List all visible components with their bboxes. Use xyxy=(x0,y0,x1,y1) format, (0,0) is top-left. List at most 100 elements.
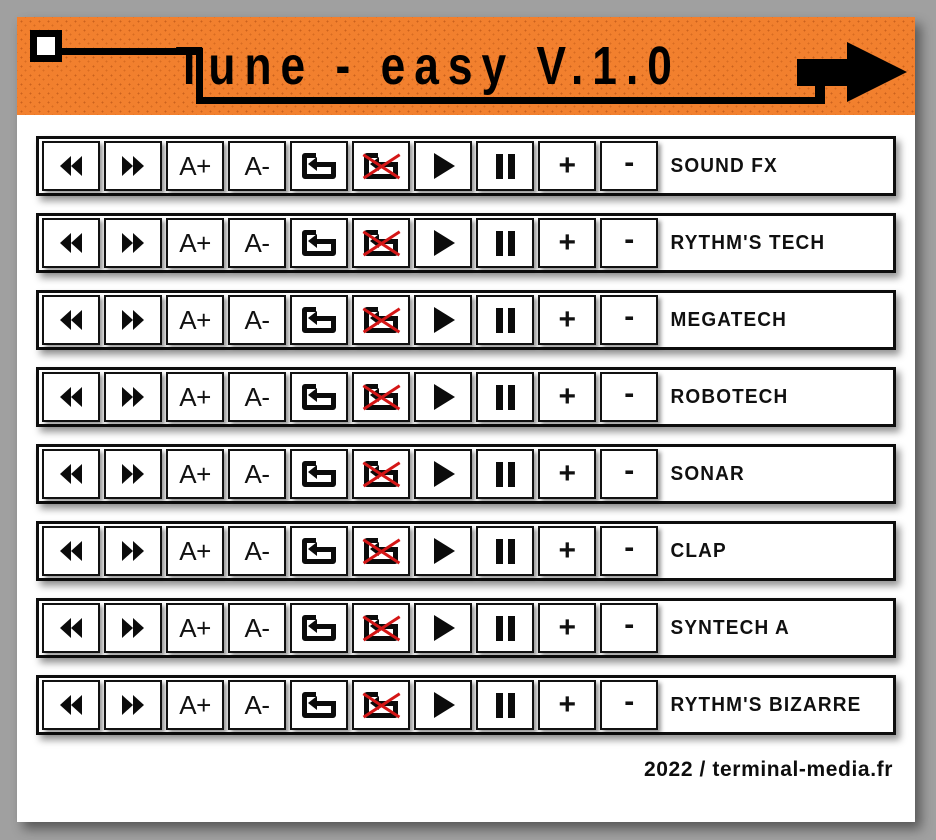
track-name: SOUND FX xyxy=(670,154,778,177)
minus-button[interactable]: - xyxy=(600,372,658,422)
play-button[interactable] xyxy=(414,295,472,345)
loop-on-button[interactable] xyxy=(290,680,348,730)
minus-button[interactable]: - xyxy=(600,141,658,191)
fast-forward-icon xyxy=(122,156,144,176)
forward-button[interactable] xyxy=(104,603,162,653)
plus-button[interactable]: + xyxy=(538,603,596,653)
rewind-icon xyxy=(60,233,82,253)
minus-button[interactable]: - xyxy=(600,526,658,576)
pause-button[interactable] xyxy=(476,449,534,499)
plus-button[interactable]: + xyxy=(538,141,596,191)
arrow-right-icon xyxy=(797,42,907,102)
pause-button[interactable] xyxy=(476,372,534,422)
rewind-button[interactable] xyxy=(42,603,100,653)
forward-button[interactable] xyxy=(104,141,162,191)
loop-on-button[interactable] xyxy=(290,218,348,268)
loop-on-button[interactable] xyxy=(290,295,348,345)
loop-on-button[interactable] xyxy=(290,449,348,499)
volume-dn-button[interactable]: A- xyxy=(228,141,286,191)
pause-icon xyxy=(495,538,515,564)
volume-dn-button[interactable]: A- xyxy=(228,295,286,345)
minus-button[interactable]: - xyxy=(600,218,658,268)
minus-icon: - xyxy=(624,608,634,641)
volume-up-button[interactable]: A+ xyxy=(166,526,224,576)
play-button[interactable] xyxy=(414,141,472,191)
loop-off-button[interactable] xyxy=(352,372,410,422)
loop-off-button[interactable] xyxy=(352,218,410,268)
rewind-icon xyxy=(60,464,82,484)
volume-up-button[interactable]: A+ xyxy=(166,295,224,345)
forward-button[interactable] xyxy=(104,372,162,422)
plus-button[interactable]: + xyxy=(538,218,596,268)
rewind-button[interactable] xyxy=(42,141,100,191)
plus-icon: + xyxy=(558,611,576,644)
pause-button[interactable] xyxy=(476,218,534,268)
rewind-icon xyxy=(60,618,82,638)
minus-button[interactable]: - xyxy=(600,295,658,345)
volume-dn-button[interactable]: A- xyxy=(228,218,286,268)
loop-disabled-icon xyxy=(362,152,401,180)
pause-button[interactable] xyxy=(476,141,534,191)
pause-button[interactable] xyxy=(476,603,534,653)
text-larger-icon: A+ xyxy=(179,151,211,181)
loop-off-button[interactable] xyxy=(352,526,410,576)
volume-up-button[interactable]: A+ xyxy=(166,372,224,422)
play-button[interactable] xyxy=(414,603,472,653)
volume-dn-button[interactable]: A- xyxy=(228,603,286,653)
rewind-button[interactable] xyxy=(42,218,100,268)
pause-button[interactable] xyxy=(476,680,534,730)
play-button[interactable] xyxy=(414,526,472,576)
minus-button[interactable]: - xyxy=(600,449,658,499)
rewind-button[interactable] xyxy=(42,295,100,345)
loop-disabled-icon xyxy=(362,306,401,334)
minus-button[interactable]: - xyxy=(600,680,658,730)
rewind-button[interactable] xyxy=(42,449,100,499)
loop-off-button[interactable] xyxy=(352,680,410,730)
loop-on-button[interactable] xyxy=(290,603,348,653)
rewind-button[interactable] xyxy=(42,680,100,730)
forward-button[interactable] xyxy=(104,449,162,499)
forward-button[interactable] xyxy=(104,526,162,576)
loop-off-button[interactable] xyxy=(352,603,410,653)
track-list: A+ A- + - SOUND FX A+ A- + - RYTHM'S TECH A+ A- + - ME… xyxy=(17,115,915,735)
volume-dn-button[interactable]: A- xyxy=(228,372,286,422)
volume-dn-button[interactable]: A- xyxy=(228,526,286,576)
pause-button[interactable] xyxy=(476,526,534,576)
volume-dn-button[interactable]: A- xyxy=(228,680,286,730)
volume-up-button[interactable]: A+ xyxy=(166,218,224,268)
plus-button[interactable]: + xyxy=(538,372,596,422)
fast-forward-icon xyxy=(122,233,144,253)
minus-button[interactable]: - xyxy=(600,603,658,653)
plus-button[interactable]: + xyxy=(538,680,596,730)
play-button[interactable] xyxy=(414,372,472,422)
loop-on-button[interactable] xyxy=(290,526,348,576)
loop-off-button[interactable] xyxy=(352,295,410,345)
track-name: CLAP xyxy=(670,539,727,562)
loop-on-button[interactable] xyxy=(290,141,348,191)
volume-up-button[interactable]: A+ xyxy=(166,141,224,191)
volume-up-button[interactable]: A+ xyxy=(166,680,224,730)
pause-button[interactable] xyxy=(476,295,534,345)
text-smaller-icon: A- xyxy=(244,382,271,412)
play-icon xyxy=(434,384,455,410)
text-larger-icon: A+ xyxy=(179,613,211,643)
forward-button[interactable] xyxy=(104,295,162,345)
play-button[interactable] xyxy=(414,449,472,499)
volume-up-button[interactable]: A+ xyxy=(166,603,224,653)
forward-button[interactable] xyxy=(104,680,162,730)
plus-button[interactable]: + xyxy=(538,449,596,499)
volume-up-button[interactable]: A+ xyxy=(166,449,224,499)
loop-on-button[interactable] xyxy=(290,372,348,422)
forward-button[interactable] xyxy=(104,218,162,268)
rewind-button[interactable] xyxy=(42,526,100,576)
play-button[interactable] xyxy=(414,218,472,268)
volume-dn-button[interactable]: A- xyxy=(228,449,286,499)
plus-button[interactable]: + xyxy=(538,295,596,345)
rewind-button[interactable] xyxy=(42,372,100,422)
rewind-icon xyxy=(60,156,82,176)
plus-button[interactable]: + xyxy=(538,526,596,576)
loop-off-button[interactable] xyxy=(352,449,410,499)
loop-disabled-icon xyxy=(362,614,401,642)
loop-off-button[interactable] xyxy=(352,141,410,191)
play-button[interactable] xyxy=(414,680,472,730)
